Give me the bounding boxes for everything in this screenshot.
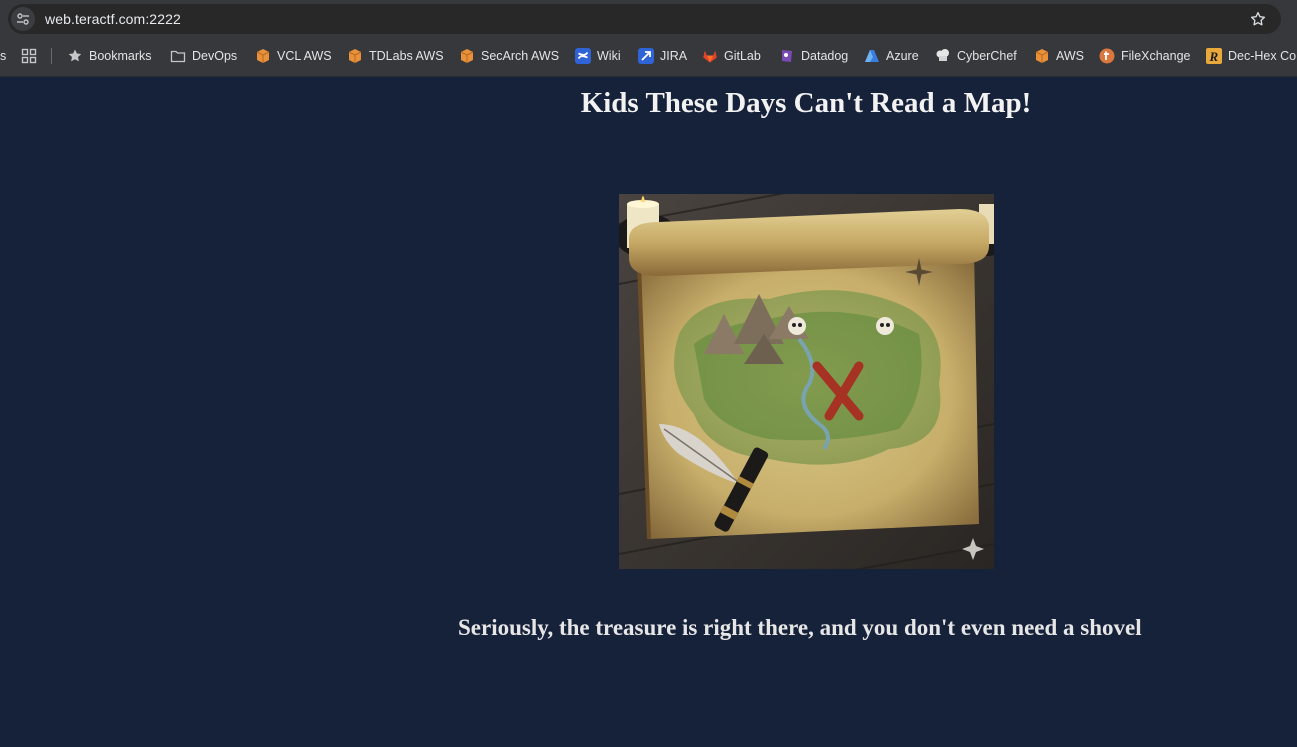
apps-grid-icon: [21, 48, 37, 64]
star-icon: [68, 49, 82, 62]
site-settings-icon[interactable]: [11, 7, 35, 31]
aws-cube-icon: [256, 49, 270, 63]
browser-toolbar: web.teractf.com:2222 s Bookmarks DevOps …: [0, 0, 1297, 77]
gitlab-icon: [703, 50, 717, 63]
folder-icon: [170, 50, 186, 63]
bookmark-gitlab[interactable]: GitLab: [702, 44, 761, 68]
bookmark-secarch-aws[interactable]: SecArch AWS: [459, 44, 559, 68]
aws-cube-icon: [348, 49, 362, 63]
bookmark-wiki[interactable]: Wiki: [575, 44, 621, 68]
url-text[interactable]: web.teractf.com:2222: [45, 11, 181, 27]
bookmark-vcl-aws[interactable]: VCL AWS: [255, 44, 332, 68]
chef-hat-icon: [936, 49, 949, 61]
bookmark-aws[interactable]: AWS: [1034, 44, 1084, 68]
bookmark-jira[interactable]: JIRA: [638, 44, 687, 68]
bookmark-tdlabs-aws[interactable]: TDLabs AWS: [347, 44, 444, 68]
aws-cube-icon: [1035, 49, 1049, 63]
page-subtitle: Seriously, the treasure is right there, …: [458, 615, 1142, 640]
bookmark-truncated[interactable]: s: [0, 44, 6, 68]
confluence-icon: [575, 48, 591, 64]
address-bar[interactable]: web.teractf.com:2222: [8, 4, 1281, 34]
bookmark-dec-hex[interactable]: R Dec-Hex Co: [1206, 44, 1296, 68]
page-title: Kids These Days Can't Read a Map!: [580, 87, 1032, 119]
bookmark-datadog[interactable]: Datadog: [779, 44, 848, 68]
bookmark-bookmarks[interactable]: Bookmarks: [67, 44, 152, 68]
bookmark-devops[interactable]: DevOps: [170, 44, 237, 68]
filexchange-icon: [1099, 48, 1115, 64]
svg-text:R: R: [1209, 49, 1219, 64]
bookmark-cyberchef[interactable]: CyberChef: [935, 44, 1017, 68]
bookmark-filexchange[interactable]: FileXchange: [1099, 44, 1191, 68]
bookmarks-bar: s Bookmarks DevOps VCL AWS TDLabs AWS Se…: [0, 44, 1297, 68]
treasure-map-image: [619, 194, 994, 569]
page-content: Kids These Days Can't Read a Map! Seriou…: [0, 77, 1297, 747]
azure-icon: [865, 50, 879, 62]
aws-cube-icon: [460, 49, 474, 63]
apps-grid-button[interactable]: [21, 44, 43, 68]
r-icon: R: [1206, 48, 1222, 64]
datadog-icon: [782, 50, 792, 62]
bookmark-azure[interactable]: Azure: [864, 44, 919, 68]
jira-icon: [638, 48, 654, 64]
bookmark-star-icon[interactable]: [1249, 10, 1267, 28]
